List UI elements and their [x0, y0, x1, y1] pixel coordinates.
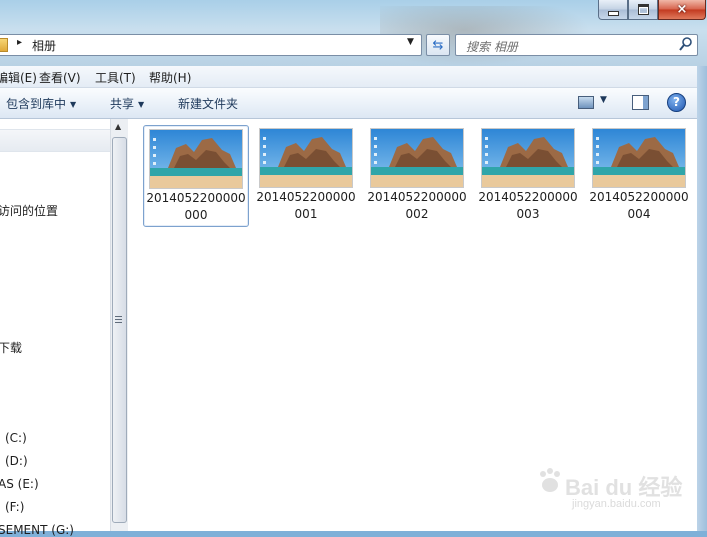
address-bar[interactable]: ▸ 相册 ▼	[0, 34, 422, 56]
scrollbar-thumb[interactable]	[112, 137, 127, 523]
change-view-icon[interactable]	[578, 96, 594, 109]
file-tile[interactable]: 2014052200000002	[365, 125, 469, 225]
file-name: 2014052200000002	[367, 190, 467, 221]
paw-logo-icon	[540, 468, 560, 492]
minimize-icon	[607, 11, 619, 16]
include-in-library-label: 包含到库中	[6, 97, 67, 111]
nav-header-item[interactable]	[0, 129, 110, 152]
image-thumbnail	[481, 128, 575, 188]
refresh-button[interactable]: ⇆	[426, 34, 450, 56]
command-bar: 包含到库中 ▼ 共享 ▼ 新建文件夹 ▼ ?	[0, 88, 697, 119]
preview-pane-icon[interactable]	[632, 95, 649, 110]
share-button[interactable]: 共享 ▼	[110, 95, 144, 112]
file-tile[interactable]: 2014052200000000	[143, 125, 249, 227]
navigation-pane: 访问的位置 下载 (C:) (D:) AS (E:) (F:) SEMENT (…	[0, 119, 110, 537]
folder-icon	[0, 38, 8, 52]
file-tile[interactable]: 2014052200000004	[587, 125, 691, 225]
menu-tools[interactable]: 工具(T)	[95, 69, 136, 86]
image-thumbnail	[370, 128, 464, 188]
breadcrumb-separator-icon[interactable]: ▸	[17, 37, 22, 48]
nav-item-drive-c[interactable]: (C:)	[5, 431, 27, 445]
share-label: 共享	[110, 97, 135, 111]
search-box[interactable]: 搜索 相册	[455, 34, 698, 56]
window-right-border	[697, 66, 707, 531]
maximize-button[interactable]	[628, 0, 658, 20]
minimize-button[interactable]	[598, 0, 628, 20]
chevron-down-icon: ▼	[138, 100, 145, 109]
menu-edit[interactable]: 编辑(E)	[0, 69, 37, 86]
search-icon[interactable]	[679, 36, 693, 52]
file-name: 2014052200000004	[589, 190, 689, 221]
file-name: 2014052200000003	[478, 190, 578, 221]
file-tile[interactable]: 2014052200000003	[476, 125, 580, 225]
image-thumbnail	[259, 128, 353, 188]
menu-bar: 编辑(E) 查看(V) 工具(T) 帮助(H)	[0, 66, 697, 88]
baidu-jingyan-watermark: Bai du 经验 jingyan.baidu.com	[535, 452, 695, 512]
file-name: 2014052200000001	[256, 190, 356, 221]
menu-view[interactable]: 查看(V)	[39, 69, 81, 86]
menu-help[interactable]: 帮助(H)	[149, 69, 191, 86]
watermark-url: jingyan.baidu.com	[572, 498, 661, 510]
search-placeholder: 搜索 相册	[466, 40, 518, 54]
close-icon: ×	[676, 2, 688, 17]
refresh-icon: ⇆	[432, 37, 444, 53]
file-name: 2014052200000000	[146, 191, 246, 222]
nav-item-drive-g[interactable]: SEMENT (G:)	[0, 523, 74, 537]
include-in-library-button[interactable]: 包含到库中 ▼	[6, 95, 76, 112]
help-icon[interactable]: ?	[667, 93, 686, 112]
nav-item-downloads[interactable]: 下载	[0, 339, 22, 356]
nav-item-recent-places[interactable]: 访问的位置	[0, 202, 58, 219]
nav-item-drive-e[interactable]: AS (E:)	[0, 477, 39, 491]
nav-scrollbar[interactable]: ▲	[110, 119, 128, 531]
scroll-up-arrow-icon[interactable]: ▲	[115, 122, 121, 131]
image-thumbnail	[592, 128, 686, 188]
nav-item-drive-f[interactable]: (F:)	[5, 500, 24, 514]
nav-item-drive-d[interactable]: (D:)	[5, 454, 28, 468]
scrollbar-grip-icon	[115, 316, 122, 323]
close-button[interactable]: ×	[658, 0, 706, 20]
new-folder-button[interactable]: 新建文件夹	[178, 95, 238, 112]
image-thumbnail	[149, 129, 243, 189]
maximize-icon	[637, 4, 649, 15]
file-tile[interactable]: 2014052200000001	[254, 125, 358, 225]
breadcrumb-current-folder[interactable]: 相册	[32, 37, 56, 54]
window-caption-buttons: ×	[598, 0, 706, 20]
address-dropdown-icon[interactable]: ▼	[407, 37, 414, 47]
view-options-dropdown-icon[interactable]: ▼	[600, 95, 607, 105]
chevron-down-icon: ▼	[70, 100, 77, 109]
